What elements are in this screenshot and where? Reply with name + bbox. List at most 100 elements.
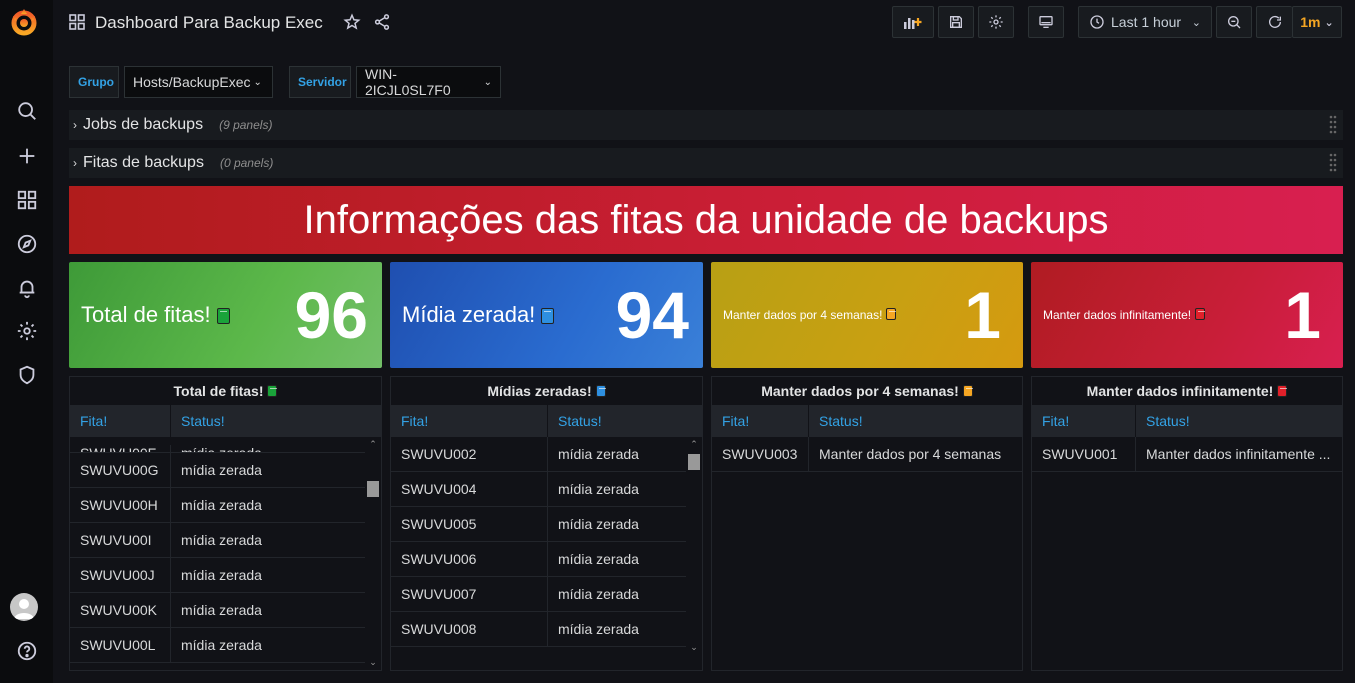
add-panel-button[interactable] (892, 6, 934, 38)
table-row: SWUVU006 mídia zerada (391, 542, 686, 577)
cell-status: mídia zerada (170, 445, 365, 452)
panel-title[interactable]: Mídias zeradas! (391, 377, 702, 405)
dashboard-settings-button[interactable] (978, 6, 1014, 38)
variable-select-grupo[interactable]: Hosts/BackupExec ⌄ (124, 66, 273, 98)
row-panel-count: (9 panels) (219, 118, 273, 132)
cell-status: mídia zerada (547, 612, 686, 646)
row-fitas-de-backups[interactable]: › Fitas de backups (0 panels) (69, 148, 1343, 178)
cell-status: mídia zerada (170, 523, 365, 557)
stat-label-wrap: Manter dados infinitamente! (1043, 308, 1284, 322)
save-dashboard-button[interactable] (938, 6, 974, 38)
panel-title[interactable]: Manter dados por 4 semanas! (712, 377, 1022, 405)
drag-handle-icon[interactable] (1329, 153, 1337, 173)
chevron-right-icon: › (73, 156, 77, 170)
explore-compass-icon[interactable] (0, 228, 53, 260)
panel-title[interactable]: Manter dados infinitamente! (1032, 377, 1342, 405)
dashboards-grid-icon[interactable] (0, 184, 53, 216)
table-row: SWUVU00I mídia zerada (70, 523, 365, 558)
time-range-picker[interactable]: Last 1 hour ⌄ (1078, 6, 1212, 38)
column-header-fita[interactable]: Fita! (391, 405, 547, 437)
variable-label-grupo: Grupo (69, 66, 119, 98)
stat-label-wrap: Total de fitas! (81, 302, 295, 328)
banner-text: Informações das fitas da unidade de back… (303, 197, 1109, 242)
cell-fita: SWUVU00J (80, 567, 155, 583)
scroll-thumb[interactable] (367, 481, 379, 497)
stat-value: 96 (294, 278, 368, 352)
stat-label: Mídia zerada! (402, 302, 536, 327)
variable-value: Hosts/BackupExec (133, 74, 251, 90)
table-panel-manter-4-semanas[interactable]: Manter dados por 4 semanas! Fita! Status… (711, 376, 1023, 671)
search-icon[interactable] (0, 95, 53, 127)
table-row: SWUVU007 mídia zerada (391, 577, 686, 612)
refresh-icon (1268, 15, 1281, 28)
refresh-interval-picker[interactable]: 1m ⌄ (1292, 6, 1342, 38)
stat-value: 1 (1284, 278, 1321, 352)
row-panel-count: (0 panels) (219, 156, 274, 170)
grafana-logo-icon[interactable] (8, 6, 40, 38)
table-body[interactable]: SWUVU00F mídia zerada SWUVU00G mídia zera… (70, 437, 381, 670)
scroll-up-arrow-icon[interactable]: ⌃ (367, 439, 379, 450)
scroll-thumb[interactable] (688, 454, 700, 470)
table-row: SWUVU008 mídia zerada (391, 612, 686, 647)
cell-fita: SWUVU003 (722, 446, 798, 462)
panel-title-text: Manter dados infinitamente! (1086, 383, 1274, 399)
variable-select-servidor[interactable]: WIN-2ICJL0SL7F0 ⌄ (356, 66, 501, 98)
cell-fita: SWUVU006 (401, 551, 477, 567)
cell-fita: SWUVU004 (401, 481, 477, 497)
table-body[interactable]: SWUVU002 mídia zerada SWUVU004 mídia zerad… (391, 437, 702, 670)
star-icon[interactable] (343, 13, 361, 31)
column-header-fita[interactable]: Fita! (712, 405, 808, 437)
stat-panel-manter-infinitamente[interactable]: Manter dados infinitamente! 1 (1031, 262, 1343, 368)
green-book-icon (216, 308, 230, 324)
refresh-interval-label: 1m (1300, 14, 1321, 30)
cell-fita: SWUVU008 (401, 621, 477, 637)
chevron-down-icon: ⌄ (1191, 16, 1201, 29)
stat-panel-midia-zerada[interactable]: Mídia zerada! 94 (390, 262, 703, 368)
row-title: Jobs de backups (83, 116, 204, 133)
column-header-status[interactable]: Status! (547, 405, 702, 437)
table-row: SWUVU00L mídia zerada (70, 628, 365, 663)
table-panel-total-fitas[interactable]: Total de fitas! Fita! Status! SWUVU00F m… (69, 376, 382, 671)
column-header-status[interactable]: Status! (808, 405, 1022, 437)
red-book-icon (1277, 385, 1288, 397)
table-row: SWUVU00K mídia zerada (70, 593, 365, 628)
stat-panel-manter-4-semanas[interactable]: Manter dados por 4 semanas! 1 (711, 262, 1023, 368)
cycle-view-mode-button[interactable] (1028, 6, 1064, 38)
drag-handle-icon[interactable] (1329, 115, 1337, 135)
cell-status: mídia zerada (547, 577, 686, 611)
blue-book-icon (541, 308, 555, 324)
alerting-bell-icon[interactable] (0, 272, 53, 304)
zoom-out-button[interactable] (1216, 6, 1252, 38)
chevron-down-icon: ⌄ (483, 76, 492, 88)
vertical-scrollbar[interactable]: ⌃ ⌄ (367, 437, 379, 670)
vertical-scrollbar[interactable]: ⌃ ⌄ (688, 437, 700, 655)
server-admin-shield-icon[interactable] (0, 359, 53, 391)
red-book-icon (1195, 308, 1206, 320)
scroll-up-arrow-icon[interactable]: ⌃ (688, 439, 700, 450)
stat-label-wrap: Mídia zerada! (402, 302, 616, 328)
scroll-down-arrow-icon[interactable]: ⌄ (367, 657, 379, 668)
help-icon[interactable] (0, 635, 53, 667)
cell-fita: SWUVU00G (80, 462, 159, 478)
column-header-fita[interactable]: Fita! (70, 405, 170, 437)
column-header-status[interactable]: Status! (1135, 405, 1342, 437)
table-panel-midias-zeradas[interactable]: Mídias zeradas! Fita! Status! SWUVU002 mí… (390, 376, 703, 671)
cell-fita: SWUVU001 (1042, 446, 1118, 462)
configuration-gear-icon[interactable] (0, 315, 53, 347)
refresh-button[interactable] (1256, 6, 1292, 38)
cell-fita: SWUVU00I (80, 532, 152, 548)
dashboard-title[interactable]: Dashboard Para Backup Exec (95, 13, 323, 33)
table-panel-manter-infinitamente[interactable]: Manter dados infinitamente! Fita! Status… (1031, 376, 1343, 671)
table-row: SWUVU002 mídia zerada (391, 437, 686, 472)
column-header-fita[interactable]: Fita! (1032, 405, 1135, 437)
table-row: SWUVU00F mídia zerada (70, 437, 365, 453)
column-header-status[interactable]: Status! (170, 405, 381, 437)
table-header: Fita! Status! (712, 405, 1022, 437)
scroll-down-arrow-icon[interactable]: ⌄ (688, 642, 700, 653)
row-jobs-de-backups[interactable]: › Jobs de backups (9 panels) (69, 110, 1343, 140)
plus-icon[interactable] (0, 140, 53, 172)
share-icon[interactable] (373, 13, 391, 31)
stat-panel-total-fitas[interactable]: Total de fitas! 96 (69, 262, 382, 368)
panel-title[interactable]: Total de fitas! (70, 377, 381, 405)
user-avatar[interactable] (10, 593, 38, 621)
